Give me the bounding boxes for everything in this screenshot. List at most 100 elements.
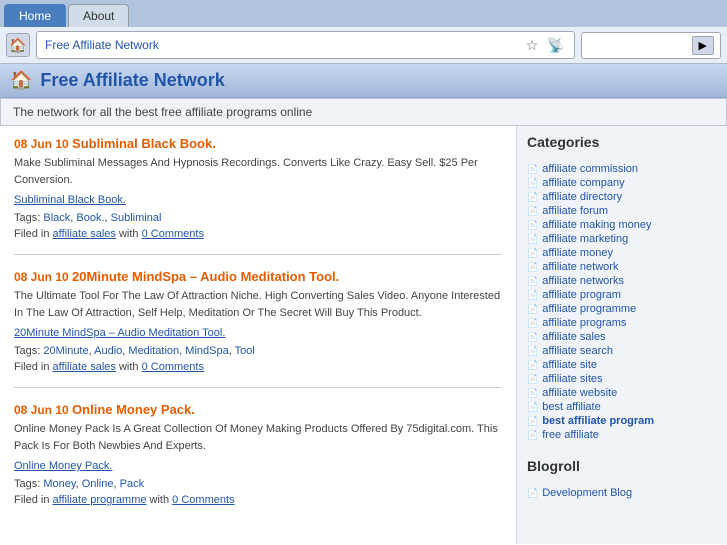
sidebar-category-link[interactable]: affiliate program — [542, 289, 621, 301]
sidebar-category-link[interactable]: free affiliate — [542, 429, 599, 441]
sidebar-category-link[interactable]: affiliate commission — [542, 163, 638, 175]
post-2-permalink[interactable]: 20Minute MindSpa – Audio Meditation Tool… — [14, 327, 225, 339]
post-3-tags: Tags: Money, Online, Pack — [14, 478, 502, 490]
file-icon: 📄 — [527, 488, 538, 499]
browser-tabs: Home About — [0, 0, 727, 27]
file-icon: 📄 — [527, 262, 538, 273]
post-3-filed: Filed in affiliate programme with 0 Comm… — [14, 494, 502, 506]
post-1-tag-subliminal[interactable]: Subliminal — [111, 212, 162, 224]
post-2-tags: Tags: 20Minute, Audio, Meditation, MindS… — [14, 345, 502, 357]
sidebar-category-item: 📄 affiliate making money — [527, 218, 717, 232]
tab-home[interactable]: Home — [4, 4, 66, 27]
sidebar-category-link[interactable]: affiliate site — [542, 359, 597, 371]
post-3-category[interactable]: affiliate programme — [53, 494, 147, 506]
file-icon: 📄 — [527, 402, 538, 413]
sidebar-category-item: 📄affiliate marketing — [527, 232, 717, 246]
post-3-link: Online Money Pack. — [14, 458, 502, 472]
post-1-tag-black[interactable]: Black — [43, 212, 70, 224]
sidebar-category-link[interactable]: affiliate network — [542, 261, 618, 273]
blogroll-list: 📄 Development Blog — [527, 486, 717, 500]
sidebar-category-item: 📄 best affiliate — [527, 400, 717, 414]
site-title: Free Affiliate Network — [40, 70, 224, 91]
post-1-with: with — [119, 228, 142, 240]
sidebar-category-item: 📄affiliate programme — [527, 302, 717, 316]
post-2-desc: The Ultimate Tool For The Law Of Attract… — [14, 288, 502, 321]
search-go-button[interactable]: ▶ — [692, 36, 714, 55]
sidebar-category-item: 📄affiliate sales — [527, 330, 717, 344]
sidebar-blogroll-link[interactable]: Development Blog — [542, 487, 632, 499]
sidebar-category-item: 📄best affiliate program — [527, 414, 717, 428]
sidebar-category-link[interactable]: affiliate company — [542, 177, 624, 189]
post-2-filed: Filed in affiliate sales with 0 Comments — [14, 361, 502, 373]
sidebar-category-item: 📄affiliate directory — [527, 190, 717, 204]
sidebar-category-link[interactable]: affiliate marketing — [542, 233, 628, 245]
post-1-filed-label: Filed in — [14, 228, 53, 240]
sidebar-category-item: 📄 affiliate commission — [527, 162, 717, 176]
sidebar-category-item: 📄 affiliate website — [527, 386, 717, 400]
post-1-title[interactable]: Subliminal Black Book. — [72, 136, 216, 151]
post-1-link: Subliminal Black Book. — [14, 192, 502, 206]
post-2-tag-mindspa[interactable]: MindSpa — [185, 345, 228, 357]
file-icon: 📄 — [527, 164, 538, 175]
tab-about[interactable]: About — [68, 4, 129, 27]
post-3-title[interactable]: Online Money Pack. — [72, 402, 195, 417]
sidebar-category-link[interactable]: affiliate money — [542, 247, 613, 259]
file-icon: 📄 — [527, 374, 538, 385]
categories-title: Categories — [527, 134, 717, 154]
post-2-comments[interactable]: 0 Comments — [142, 361, 204, 373]
sidebar-category-link[interactable]: affiliate search — [542, 345, 613, 357]
sidebar-category-link[interactable]: affiliate programs — [542, 317, 626, 329]
post-2-date-text: 08 Jun 10 — [14, 270, 69, 284]
post-2-tag-20minute[interactable]: 20Minute — [43, 345, 88, 357]
post-3-comments[interactable]: 0 Comments — [172, 494, 234, 506]
sidebar-category-item: 📄affiliate company — [527, 176, 717, 190]
post-2-title[interactable]: 20Minute MindSpa – Audio Meditation Tool… — [72, 269, 339, 284]
file-icon: 📄 — [527, 248, 538, 259]
post-2-tag-tool[interactable]: Tool — [235, 345, 255, 357]
sidebar-category-item: 📄 affiliate site — [527, 358, 717, 372]
sidebar-category-item: 📄affiliate forum — [527, 204, 717, 218]
post-3-tag-online[interactable]: Online — [82, 478, 114, 490]
post-2-category[interactable]: affiliate sales — [53, 361, 116, 373]
post-2-tag-meditation[interactable]: Meditation — [128, 345, 179, 357]
post-1-desc: Make Subliminal Messages And Hypnosis Re… — [14, 155, 502, 188]
file-icon: 📄 — [527, 360, 538, 371]
post-3-desc: Online Money Pack Is A Great Collection … — [14, 421, 502, 454]
sidebar-category-link[interactable]: affiliate website — [542, 387, 617, 399]
post-2-date: 08 Jun 10 20Minute MindSpa – Audio Medit… — [14, 269, 502, 284]
sidebar-category-link[interactable]: best affiliate program — [542, 415, 654, 427]
post-1-tag-book[interactable]: Book. — [76, 212, 104, 224]
post-1: 08 Jun 10 Subliminal Black Book. Make Su… — [14, 136, 502, 255]
sidebar-category-link[interactable]: affiliate making money — [542, 219, 651, 231]
post-3-tag-money[interactable]: Money — [43, 478, 75, 490]
sidebar-category-link[interactable]: affiliate directory — [542, 191, 622, 203]
url-bar[interactable]: Free Affiliate Network ☆ 📡 — [36, 31, 575, 59]
search-bar[interactable]: ▶ — [581, 32, 721, 59]
post-1-comments[interactable]: 0 Comments — [142, 228, 204, 240]
sidebar-category-link[interactable]: affiliate sites — [542, 373, 602, 385]
post-3-filed-label: Filed in — [14, 494, 53, 506]
sidebar-category-link[interactable]: affiliate programme — [542, 303, 636, 315]
star-icon[interactable]: ☆ — [522, 35, 542, 55]
sidebar-category-link[interactable]: best affiliate — [542, 401, 601, 413]
post-3-permalink[interactable]: Online Money Pack. — [14, 460, 112, 472]
file-icon: 📄 — [527, 388, 538, 399]
post-1-date: 08 Jun 10 Subliminal Black Book. — [14, 136, 502, 151]
sidebar-category-link[interactable]: affiliate sales — [542, 331, 605, 343]
file-icon: 📄 — [527, 220, 538, 231]
rss-icon[interactable]: 📡 — [546, 35, 566, 55]
post-1-category[interactable]: affiliate sales — [53, 228, 116, 240]
categories-section: Categories 📄affiliate commission📄affilia… — [527, 134, 717, 442]
blogroll-section: Blogroll 📄Development Blog — [527, 458, 717, 500]
post-3-tag-pack[interactable]: Pack — [120, 478, 144, 490]
post-2-tag-audio[interactable]: Audio — [94, 345, 122, 357]
sidebar-category-item: 📄 affiliate network — [527, 260, 717, 274]
post-3-date: 08 Jun 10 Online Money Pack. — [14, 402, 502, 417]
post-1-permalink[interactable]: Subliminal Black Book. — [14, 194, 126, 206]
home-button[interactable]: 🏠 — [6, 33, 30, 57]
sidebar-category-item: 📄 affiliate sites — [527, 372, 717, 386]
site-tagline: The network for all the best free affili… — [0, 98, 727, 126]
post-2-filed-label: Filed in — [14, 361, 53, 373]
sidebar-category-link[interactable]: affiliate forum — [542, 205, 608, 217]
sidebar-category-link[interactable]: affiliate networks — [542, 275, 624, 287]
